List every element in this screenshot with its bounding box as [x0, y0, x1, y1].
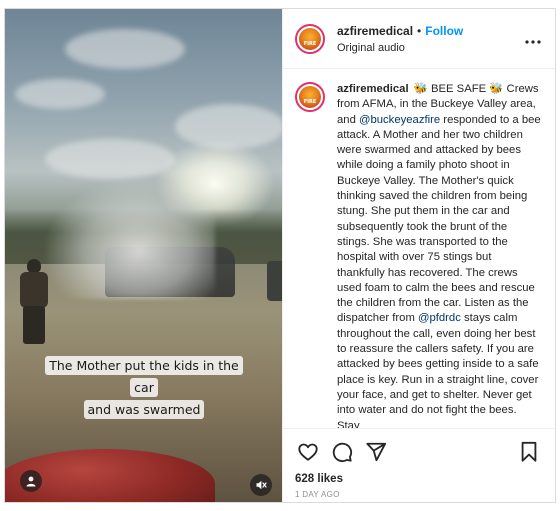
- save-button[interactable]: [516, 439, 542, 465]
- video-caption-line1: The Mother put the kids in the car: [45, 356, 243, 397]
- tagged-user-button[interactable]: [20, 470, 42, 492]
- truck-edge: [267, 261, 282, 301]
- like-count[interactable]: 628 likes: [295, 473, 542, 485]
- caption-part3: stays calm throughout the call, even doi…: [337, 312, 539, 428]
- logo-text: FIRE: [303, 40, 317, 47]
- profile-avatar[interactable]: FIRE: [295, 23, 325, 54]
- video-caption: The Mother put the kids in the car and w…: [39, 355, 249, 421]
- paper-plane-icon: [366, 442, 387, 462]
- cloud: [65, 29, 185, 69]
- heart-icon: [298, 443, 318, 461]
- bookmark-icon: [521, 441, 537, 462]
- post-video[interactable]: The Mother put the kids in the car and w…: [5, 9, 282, 502]
- caption-section: FIRE azfiremedical 🐝 BEE SAFE 🐝 Crews fr…: [283, 70, 554, 428]
- logo-text: FIRE: [303, 99, 317, 105]
- post-date: 1 DAY AGO: [295, 490, 340, 499]
- cloud: [45, 139, 175, 179]
- foam-spray: [45, 179, 215, 299]
- action-bar: 628 likes 1 DAY AGO: [283, 428, 554, 499]
- more-horizontal-icon: [525, 39, 541, 44]
- speaker-muted-icon: [256, 480, 267, 490]
- caption-text: azfiremedical 🐝 BEE SAFE 🐝 Crews from AF…: [337, 82, 542, 428]
- more-options-button[interactable]: [523, 31, 543, 47]
- post-sidebar: FIRE azfiremedical • Follow Original aud…: [282, 9, 555, 502]
- comment-icon: [332, 442, 353, 463]
- separator-dot: •: [417, 23, 422, 38]
- firefighter-figure: [17, 259, 51, 345]
- mention-link[interactable]: @buckeyeazfire: [359, 114, 440, 126]
- header-info: azfiremedical • Follow Original audio: [337, 24, 523, 54]
- follow-button[interactable]: Follow: [425, 24, 463, 38]
- mute-button[interactable]: [250, 474, 272, 496]
- share-button[interactable]: [363, 439, 389, 465]
- caption-username[interactable]: azfiremedical: [337, 83, 409, 95]
- user-icon: [26, 476, 36, 487]
- video-caption-line2: and was swarmed: [83, 400, 205, 419]
- instagram-post: The Mother put the kids in the car and w…: [4, 8, 556, 503]
- caption-part2: responded to a bee attack. A Mother and …: [337, 113, 541, 325]
- like-button[interactable]: [295, 439, 321, 465]
- post-header: FIRE azfiremedical • Follow Original aud…: [283, 9, 555, 69]
- username-link[interactable]: azfiremedical: [337, 24, 413, 38]
- cloud: [15, 79, 105, 109]
- caption-avatar[interactable]: FIRE: [295, 82, 325, 112]
- audio-link[interactable]: Original audio: [337, 42, 523, 54]
- comment-button[interactable]: [329, 439, 355, 465]
- mention-link[interactable]: @pfdrdc: [418, 312, 461, 324]
